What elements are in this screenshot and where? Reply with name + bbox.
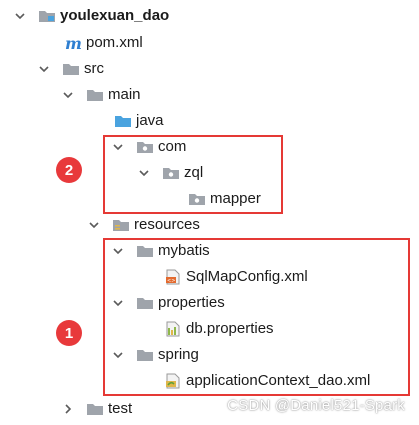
chevron-down-icon[interactable] xyxy=(14,10,26,22)
chevron-right-icon[interactable] xyxy=(62,403,74,415)
svg-text:m: m xyxy=(65,35,82,51)
folder-icon xyxy=(86,401,104,417)
chevron-down-icon[interactable] xyxy=(38,63,50,75)
tree-item-label: pom.xml xyxy=(86,34,143,51)
tree-item-label: resources xyxy=(134,216,200,233)
highlight-box-resources xyxy=(103,238,410,396)
maven-icon: m xyxy=(64,35,82,51)
chevron-down-icon[interactable] xyxy=(88,219,100,231)
tree-item-java[interactable]: java xyxy=(114,108,164,134)
watermark: CSDN @Daniel521-Spark xyxy=(227,397,405,414)
folder-icon xyxy=(62,61,80,77)
tree-item-test[interactable]: test xyxy=(62,396,132,422)
tree-item-label: youlexuan_dao xyxy=(60,7,170,24)
tree-item-label: java xyxy=(136,112,164,129)
tree-item-label: src xyxy=(84,60,104,77)
module-folder-icon xyxy=(38,8,56,24)
tree-item-resources[interactable]: resources xyxy=(88,212,200,238)
tree-item-main[interactable]: main xyxy=(62,82,141,108)
annotation-badge-1: 1 xyxy=(56,320,82,346)
highlight-box-package xyxy=(103,135,283,214)
chevron-down-icon[interactable] xyxy=(62,89,74,101)
folder-icon xyxy=(86,87,104,103)
tree-item-label: test xyxy=(108,400,133,417)
tree-item-youlexuan-dao[interactable]: youlexuan_dao xyxy=(14,3,169,29)
source-folder-icon xyxy=(114,113,132,129)
tree-item-pom-xml[interactable]: m pom.xml xyxy=(64,30,143,56)
annotation-badge-2: 2 xyxy=(56,157,82,183)
resources-folder-icon xyxy=(112,217,130,233)
tree-item-src[interactable]: src xyxy=(38,56,104,82)
tree-item-label: main xyxy=(108,86,141,103)
